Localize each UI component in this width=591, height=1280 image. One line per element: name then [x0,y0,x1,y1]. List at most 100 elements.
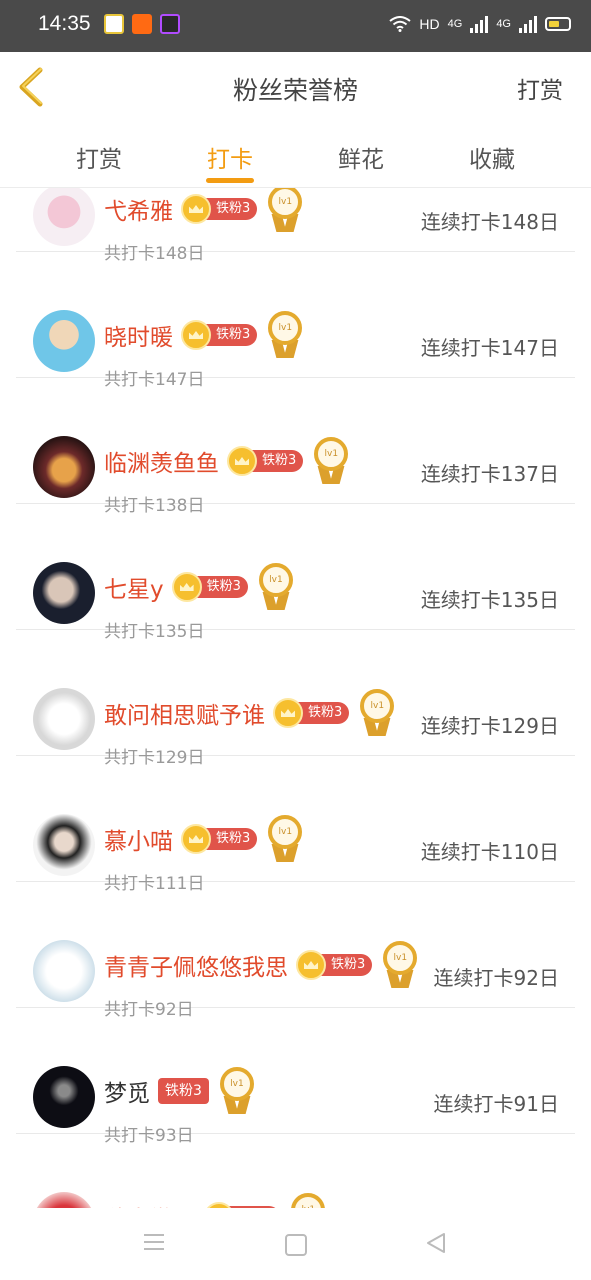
medal-icon: lv1 [267,815,303,863]
fan-level-label: 铁粉3 [318,954,373,976]
home-icon[interactable] [285,1234,307,1256]
crown-icon [273,698,303,728]
fan-name[interactable]: 秋生微雨 [104,1200,196,1208]
avatar[interactable] [33,688,95,750]
menu-icon[interactable] [144,1234,164,1250]
streak-checkins: 连续打卡147日 [420,336,559,360]
medal-icon: lv1 [267,311,303,359]
fan-level-label: 铁粉3 [203,828,258,850]
list-item[interactable]: 晓时暖 铁粉3 lv1 共打卡147日 连续打卡147日 [16,252,575,390]
tab-bar: 打赏 打卡 鲜花 收藏 [0,122,591,188]
list-item[interactable]: 弋希雅 铁粉3 lv1 共打卡148日 连续打卡148日 [16,188,575,264]
list-item[interactable]: 秋生微雨 铁粉3 lv1 [16,1134,575,1208]
avatar[interactable] [33,436,95,498]
avatar[interactable] [33,940,95,1002]
list-item[interactable]: 青青子佩悠悠我思 铁粉3 lv1 共打卡92日 连续打卡92日 [16,882,575,1020]
fan-name[interactable]: 慕小喵 [104,822,173,856]
crown-icon [181,824,211,854]
crown-icon [181,194,211,224]
app-header: 粉丝荣誉榜 打赏 [0,52,591,123]
app-notify-icon [104,14,124,34]
crown-icon [227,446,257,476]
medal-icon: lv1 [290,1193,326,1208]
streak-checkins: 连续打卡92日 [433,966,559,990]
streak-checkins: 连续打卡137日 [420,462,559,486]
medal-icon: lv1 [359,689,395,737]
fan-name[interactable]: 临渊羡鱼鱼 [104,444,219,478]
medal-icon: lv1 [267,188,303,233]
list-item[interactable]: 七星y 铁粉3 lv1 共打卡135日 连续打卡135日 [16,504,575,642]
fan-name[interactable]: 七星y [104,570,164,604]
fan-level-label: 铁粉3 [193,576,248,598]
fan-level-label: 铁粉3 [249,450,304,472]
name-line: 七星y 铁粉3 lv1 [104,563,294,611]
fan-list[interactable]: 弋希雅 铁粉3 lv1 共打卡148日 连续打卡148日 晓时暖 铁粉3 lv1 [0,188,591,1208]
streak-checkins: 连续打卡148日 [420,210,559,234]
name-line: 秋生微雨 铁粉3 lv1 [104,1193,326,1208]
status-indicators: HD 4G 4G [389,12,571,36]
fan-name[interactable]: 青青子佩悠悠我思 [104,948,288,982]
signal-icon [470,15,489,33]
streak-checkins: 连续打卡135日 [420,588,559,612]
medal-level: lv1 [219,1067,254,1101]
medal-level: lv1 [291,1193,326,1208]
name-line: 青青子佩悠悠我思 铁粉3 lv1 [104,941,418,989]
crown-icon [181,320,211,350]
name-line: 晓时暖 铁粉3 lv1 [104,311,303,359]
streak-checkins: 连续打卡110日 [420,840,559,864]
fan-level-label: 铁粉3 [203,198,258,220]
fan-level-badge: 铁粉3 [273,698,350,728]
tab-flowers[interactable]: 鲜花 [338,140,384,174]
signal-label: 4G [447,18,463,30]
streak-checkins: 连续打卡129日 [420,714,559,738]
crown-icon [296,950,326,980]
medal-icon: lv1 [382,941,418,989]
signal-label: 4G [496,18,511,30]
medal-icon: lv1 [219,1067,255,1115]
system-nav-bar [0,1208,591,1280]
avatar[interactable] [33,310,95,372]
avatar[interactable] [33,814,95,876]
fan-level-badge: 铁粉3 [181,824,258,854]
avatar[interactable] [33,1192,95,1208]
name-line: 慕小喵 铁粉3 lv1 [104,815,303,863]
status-bar: 14:35 HD 4G 4G [0,0,591,52]
name-line: 弋希雅 铁粉3 lv1 [104,188,303,233]
list-item[interactable]: 慕小喵 铁粉3 lv1 共打卡111日 连续打卡110日 [16,756,575,894]
avatar[interactable] [33,562,95,624]
back-triangle-icon[interactable] [426,1232,446,1254]
reward-button[interactable]: 打赏 [517,71,563,105]
crown-icon [204,1202,234,1208]
fan-name[interactable]: 敢问相思赋予谁 [104,696,265,730]
list-item[interactable]: 临渊羡鱼鱼 铁粉3 lv1 共打卡138日 连续打卡137日 [16,378,575,516]
fan-name[interactable]: 弋希雅 [104,192,173,226]
tab-reward[interactable]: 打赏 [76,140,122,174]
list-item[interactable]: 敢问相思赋予谁 铁粉3 lv1 共打卡129日 连续打卡129日 [16,630,575,768]
video-app-icon [160,14,180,34]
tab-favorites[interactable]: 收藏 [469,140,515,174]
streak-checkins: 连续打卡91日 [433,1092,559,1116]
tab-checkin[interactable]: 打卡 [207,140,253,174]
fan-level-badge: 铁粉3 [296,950,373,980]
avatar[interactable] [33,1066,95,1128]
crown-icon [171,572,202,602]
fan-level-label: 铁粉3 [295,702,350,724]
fan-name[interactable]: 晓时暖 [104,318,173,352]
signal-icon [519,15,537,33]
fan-name[interactable]: 梦觅 [104,1074,150,1108]
fan-level-label: 铁粉3 [203,324,258,346]
fan-level-badge: 铁粉3 [171,572,248,602]
page-title: 粉丝荣誉榜 [232,76,358,105]
list-item[interactable]: 梦觅 铁粉3 lv1 共打卡93日 连续打卡91日 [16,1008,575,1146]
fan-level-label: 铁粉3 [158,1078,209,1104]
medal-icon: lv1 [313,437,349,485]
fan-level-badge: 铁粉3 [181,194,258,224]
battery-icon [545,17,571,31]
medal-icon: lv1 [258,563,294,611]
avatar[interactable] [33,188,95,246]
fan-level-badge: 铁粉3 [227,446,304,476]
taobao-icon [132,14,152,34]
fan-level-badge: 铁粉3 [181,320,258,350]
name-line: 梦觅 铁粉3 lv1 [104,1067,255,1115]
status-time: 14:35 [38,12,91,35]
